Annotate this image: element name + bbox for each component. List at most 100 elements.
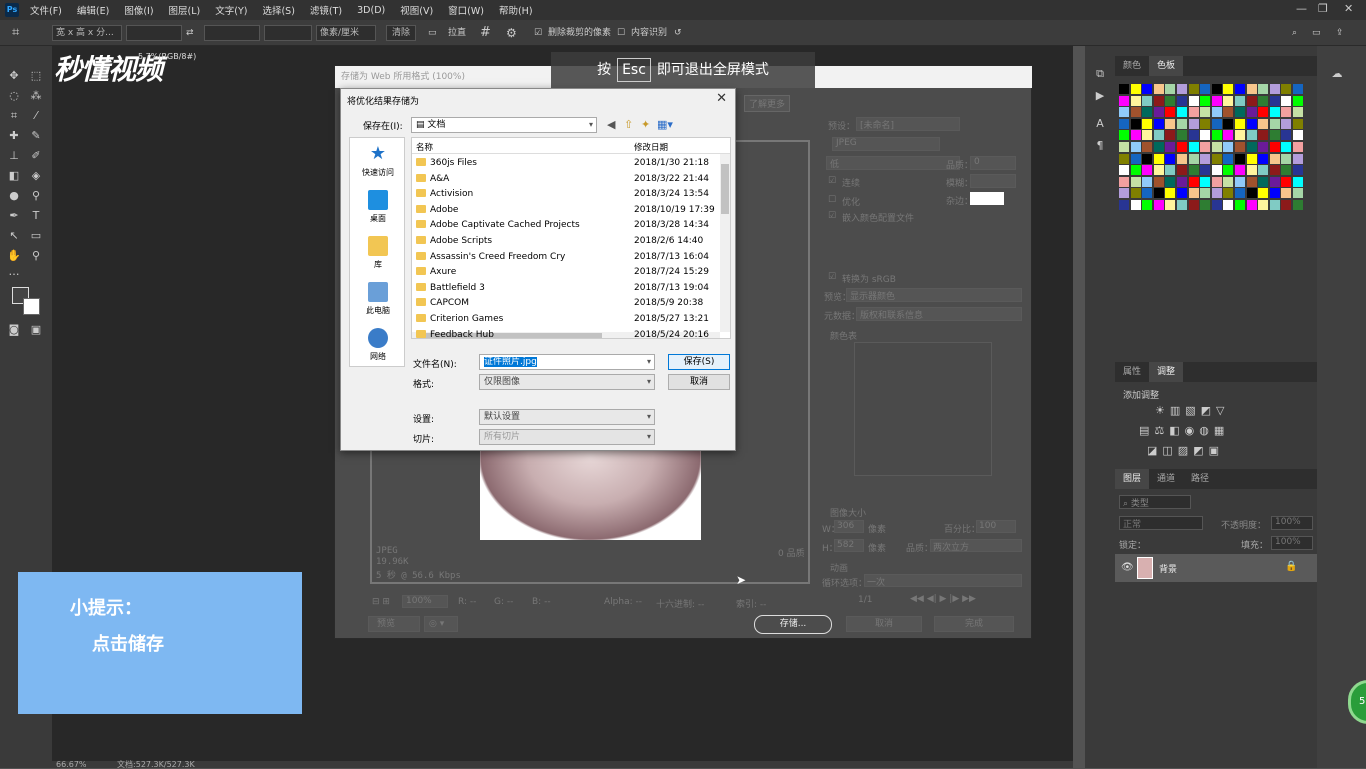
tab-channels[interactable]: 通道 (1149, 469, 1183, 489)
menu-3d[interactable]: 3D(D) (357, 5, 385, 16)
color-swatch[interactable] (1258, 200, 1269, 210)
file-row[interactable]: Axure 2018/7/24 15:29 (416, 265, 716, 281)
dialog-close-button[interactable]: ✕ (716, 91, 727, 106)
back-icon[interactable]: ◀ (607, 118, 615, 131)
color-swatch[interactable] (1119, 84, 1129, 94)
blur-icon[interactable]: ● (6, 188, 22, 204)
straighten-label[interactable]: 拉直 (448, 25, 466, 41)
color-swatch[interactable] (1281, 188, 1292, 199)
brush-icon[interactable]: ✎ (28, 128, 44, 144)
color-swatch[interactable] (1188, 130, 1199, 141)
color-swatch[interactable] (1246, 118, 1257, 129)
fill-input[interactable]: 100% (1271, 536, 1313, 550)
color-swatch[interactable] (1130, 142, 1141, 152)
color-swatch[interactable] (1130, 118, 1141, 129)
done-button[interactable]: 完成 (934, 616, 1014, 632)
search-icon[interactable]: ⌕ (1292, 25, 1297, 41)
color-swatch[interactable] (1258, 84, 1269, 94)
color-swatch[interactable] (1119, 95, 1129, 106)
color-swatch[interactable] (1165, 118, 1176, 129)
preset-select[interactable]: [未命名] (856, 117, 960, 131)
color-swatch[interactable] (1188, 118, 1199, 129)
settings-select[interactable]: 默认设置 ▾ (479, 409, 655, 425)
color-swatch[interactable] (1142, 118, 1153, 129)
color-swatch[interactable] (1211, 165, 1222, 176)
column-date[interactable]: 修改日期 (634, 141, 668, 153)
color-swatch[interactable] (1165, 188, 1176, 199)
color-swatch[interactable] (1269, 107, 1280, 118)
color-swatch[interactable] (1200, 142, 1211, 152)
color-swatch[interactable] (1211, 84, 1222, 94)
color-swatch[interactable] (1200, 118, 1211, 129)
color-swatch[interactable] (1177, 153, 1187, 164)
color-swatch[interactable] (1246, 153, 1257, 164)
color-swatch[interactable] (1281, 200, 1292, 210)
convert-srgb-checkbox[interactable]: ☑ (828, 272, 836, 282)
color-swatch[interactable] (1165, 142, 1176, 152)
color-swatch[interactable] (1200, 130, 1211, 141)
height-input[interactable] (204, 25, 260, 41)
type-tool-icon[interactable]: T (28, 208, 44, 224)
color-swatch[interactable] (1269, 153, 1280, 164)
quick-select-icon[interactable]: ⁂ (28, 88, 44, 104)
view-menu-icon[interactable]: ▦▾ (657, 118, 673, 131)
menu-window[interactable]: 窗口(W) (448, 3, 484, 17)
color-swatch[interactable] (1130, 84, 1141, 94)
color-swatch[interactable] (1165, 153, 1176, 164)
color-swatch[interactable] (1223, 130, 1234, 141)
color-swatch[interactable] (1119, 142, 1129, 152)
file-row[interactable]: Adobe Scripts 2018/2/6 14:40 (416, 234, 716, 250)
tab-adjustments[interactable]: 调整 (1149, 362, 1184, 382)
color-swatch[interactable] (1258, 153, 1269, 164)
menu-filter[interactable]: 滤镜(T) (310, 3, 342, 17)
color-swatch[interactable] (1188, 176, 1199, 187)
color-swatch[interactable] (1211, 107, 1222, 118)
loop-select[interactable]: 一次 (864, 574, 1022, 588)
new-folder-icon[interactable]: ✦ (641, 118, 650, 131)
color-swatch[interactable] (1200, 176, 1211, 187)
color-swatch[interactable] (1235, 118, 1245, 129)
color-swatch[interactable] (1200, 95, 1211, 106)
color-swatch[interactable] (1246, 176, 1257, 187)
color-swatch[interactable] (1269, 176, 1280, 187)
color-swatch[interactable] (1223, 200, 1234, 210)
color-swatch[interactable] (1235, 84, 1245, 94)
marquee-tool-icon[interactable]: ⬚ (28, 68, 44, 84)
gear-icon[interactable]: ⚙ (506, 25, 517, 41)
color-swatch[interactable] (1211, 130, 1222, 141)
color-swatch[interactable] (1258, 165, 1269, 176)
color-swatch[interactable] (1142, 95, 1153, 106)
menu-file[interactable]: 文件(F) (30, 3, 62, 17)
cloud-icon[interactable]: ☁ (1329, 66, 1345, 82)
progressive-checkbox[interactable]: ☑ (828, 176, 836, 186)
color-swatch[interactable] (1188, 165, 1199, 176)
color-swatch[interactable] (1293, 84, 1303, 94)
color-swatch[interactable] (1246, 188, 1257, 199)
embed-profile-checkbox[interactable]: ☑ (828, 211, 836, 221)
color-swatch[interactable] (1153, 118, 1164, 129)
color-swatch[interactable] (1211, 176, 1222, 187)
color-swatch[interactable] (1235, 130, 1245, 141)
color-swatch[interactable] (1165, 84, 1176, 94)
color-swatch[interactable] (1293, 188, 1303, 199)
slices-select[interactable]: 所有切片 ▾ (479, 429, 655, 445)
background-color-swatch[interactable] (23, 298, 40, 315)
grid-overlay-icon[interactable]: # (480, 25, 491, 41)
file-row[interactable]: A&A 2018/3/22 21:44 (416, 172, 716, 188)
color-swatch[interactable] (1153, 107, 1164, 118)
tab-color[interactable]: 颜色 (1115, 56, 1149, 76)
menu-edit[interactable]: 编辑(E) (77, 3, 109, 17)
history-icon[interactable]: ⧉ (1092, 66, 1108, 82)
color-swatch[interactable] (1165, 95, 1176, 106)
color-swatch[interactable] (1269, 118, 1280, 129)
color-swatch[interactable] (1177, 188, 1187, 199)
dodge-icon[interactable]: ⚲ (28, 188, 44, 204)
color-swatch[interactable] (1119, 153, 1129, 164)
minimize-button[interactable]: — (1296, 2, 1307, 15)
color-swatch[interactable] (1153, 95, 1164, 106)
clear-button[interactable]: 清除 (386, 25, 416, 41)
color-swatch[interactable] (1211, 188, 1222, 199)
restore-button[interactable]: ❐ (1318, 2, 1328, 15)
color-swatch[interactable] (1119, 200, 1129, 210)
reset-icon[interactable]: ↺ (674, 25, 682, 41)
